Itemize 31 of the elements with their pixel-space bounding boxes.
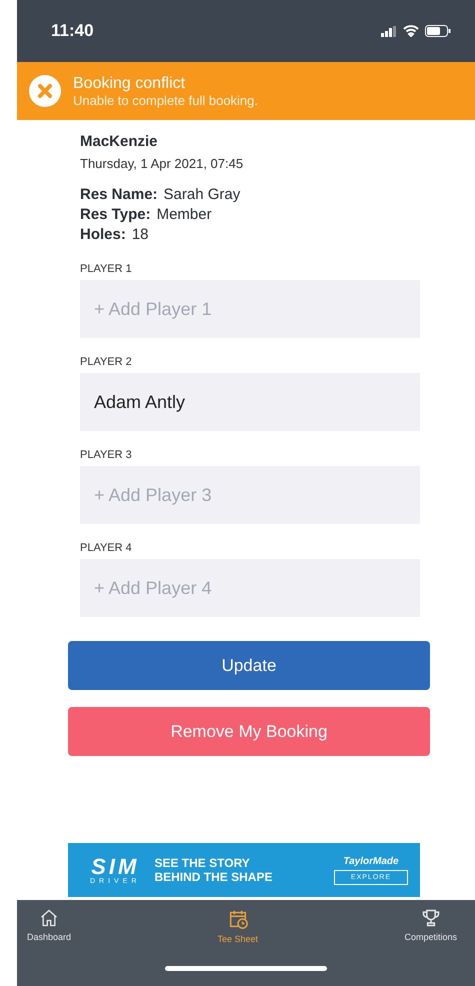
alert-title: Booking conflict bbox=[73, 74, 186, 92]
player-label: PLAYER 1 bbox=[80, 263, 133, 275]
course-name: MacKenzie bbox=[80, 133, 159, 150]
player-label: PLAYER 3 bbox=[80, 449, 133, 461]
alert-message: Unable to complete full booking. bbox=[73, 92, 258, 108]
tab-item[interactable]: Dashboard bbox=[19, 908, 80, 944]
ad-headline: SEE THE STORY bbox=[154, 856, 251, 870]
battery-icon bbox=[425, 25, 451, 37]
tab-item[interactable]: Competitions bbox=[396, 908, 465, 944]
error-icon bbox=[29, 75, 61, 107]
signal-icon bbox=[381, 26, 397, 36]
tab-item[interactable]: Tee Sheet bbox=[209, 908, 266, 944]
player-field[interactable]: + Add Player 4 bbox=[80, 559, 420, 617]
ad-brand: TaylorMade bbox=[343, 856, 399, 866]
booking-detail: Res Type: Member bbox=[80, 205, 213, 225]
booking-date: Thursday, 1 Apr 2021, 07:45 bbox=[80, 156, 244, 171]
player-field[interactable]: + Add Player 1 bbox=[80, 280, 420, 338]
booking-detail: Holes: 18 bbox=[80, 225, 150, 245]
status-time: 11:40 bbox=[51, 21, 94, 41]
trophy-icon bbox=[420, 908, 441, 928]
player-label: PLAYER 2 bbox=[80, 356, 133, 368]
player-field[interactable]: Adam Antly bbox=[80, 373, 420, 431]
player-label: PLAYER 4 bbox=[80, 542, 133, 554]
home-icon bbox=[39, 908, 60, 928]
ad-logo: SIM bbox=[91, 856, 140, 878]
remove-button[interactable]: Remove My Booking bbox=[68, 707, 430, 756]
ad-headline: BEHIND THE SHAPE bbox=[154, 870, 272, 884]
booking-detail: Res Name: Sarah Gray bbox=[80, 185, 242, 205]
player-field[interactable]: + Add Player 3 bbox=[80, 466, 420, 524]
wifi-icon bbox=[403, 25, 419, 37]
update-button[interactable]: Update bbox=[68, 641, 430, 690]
